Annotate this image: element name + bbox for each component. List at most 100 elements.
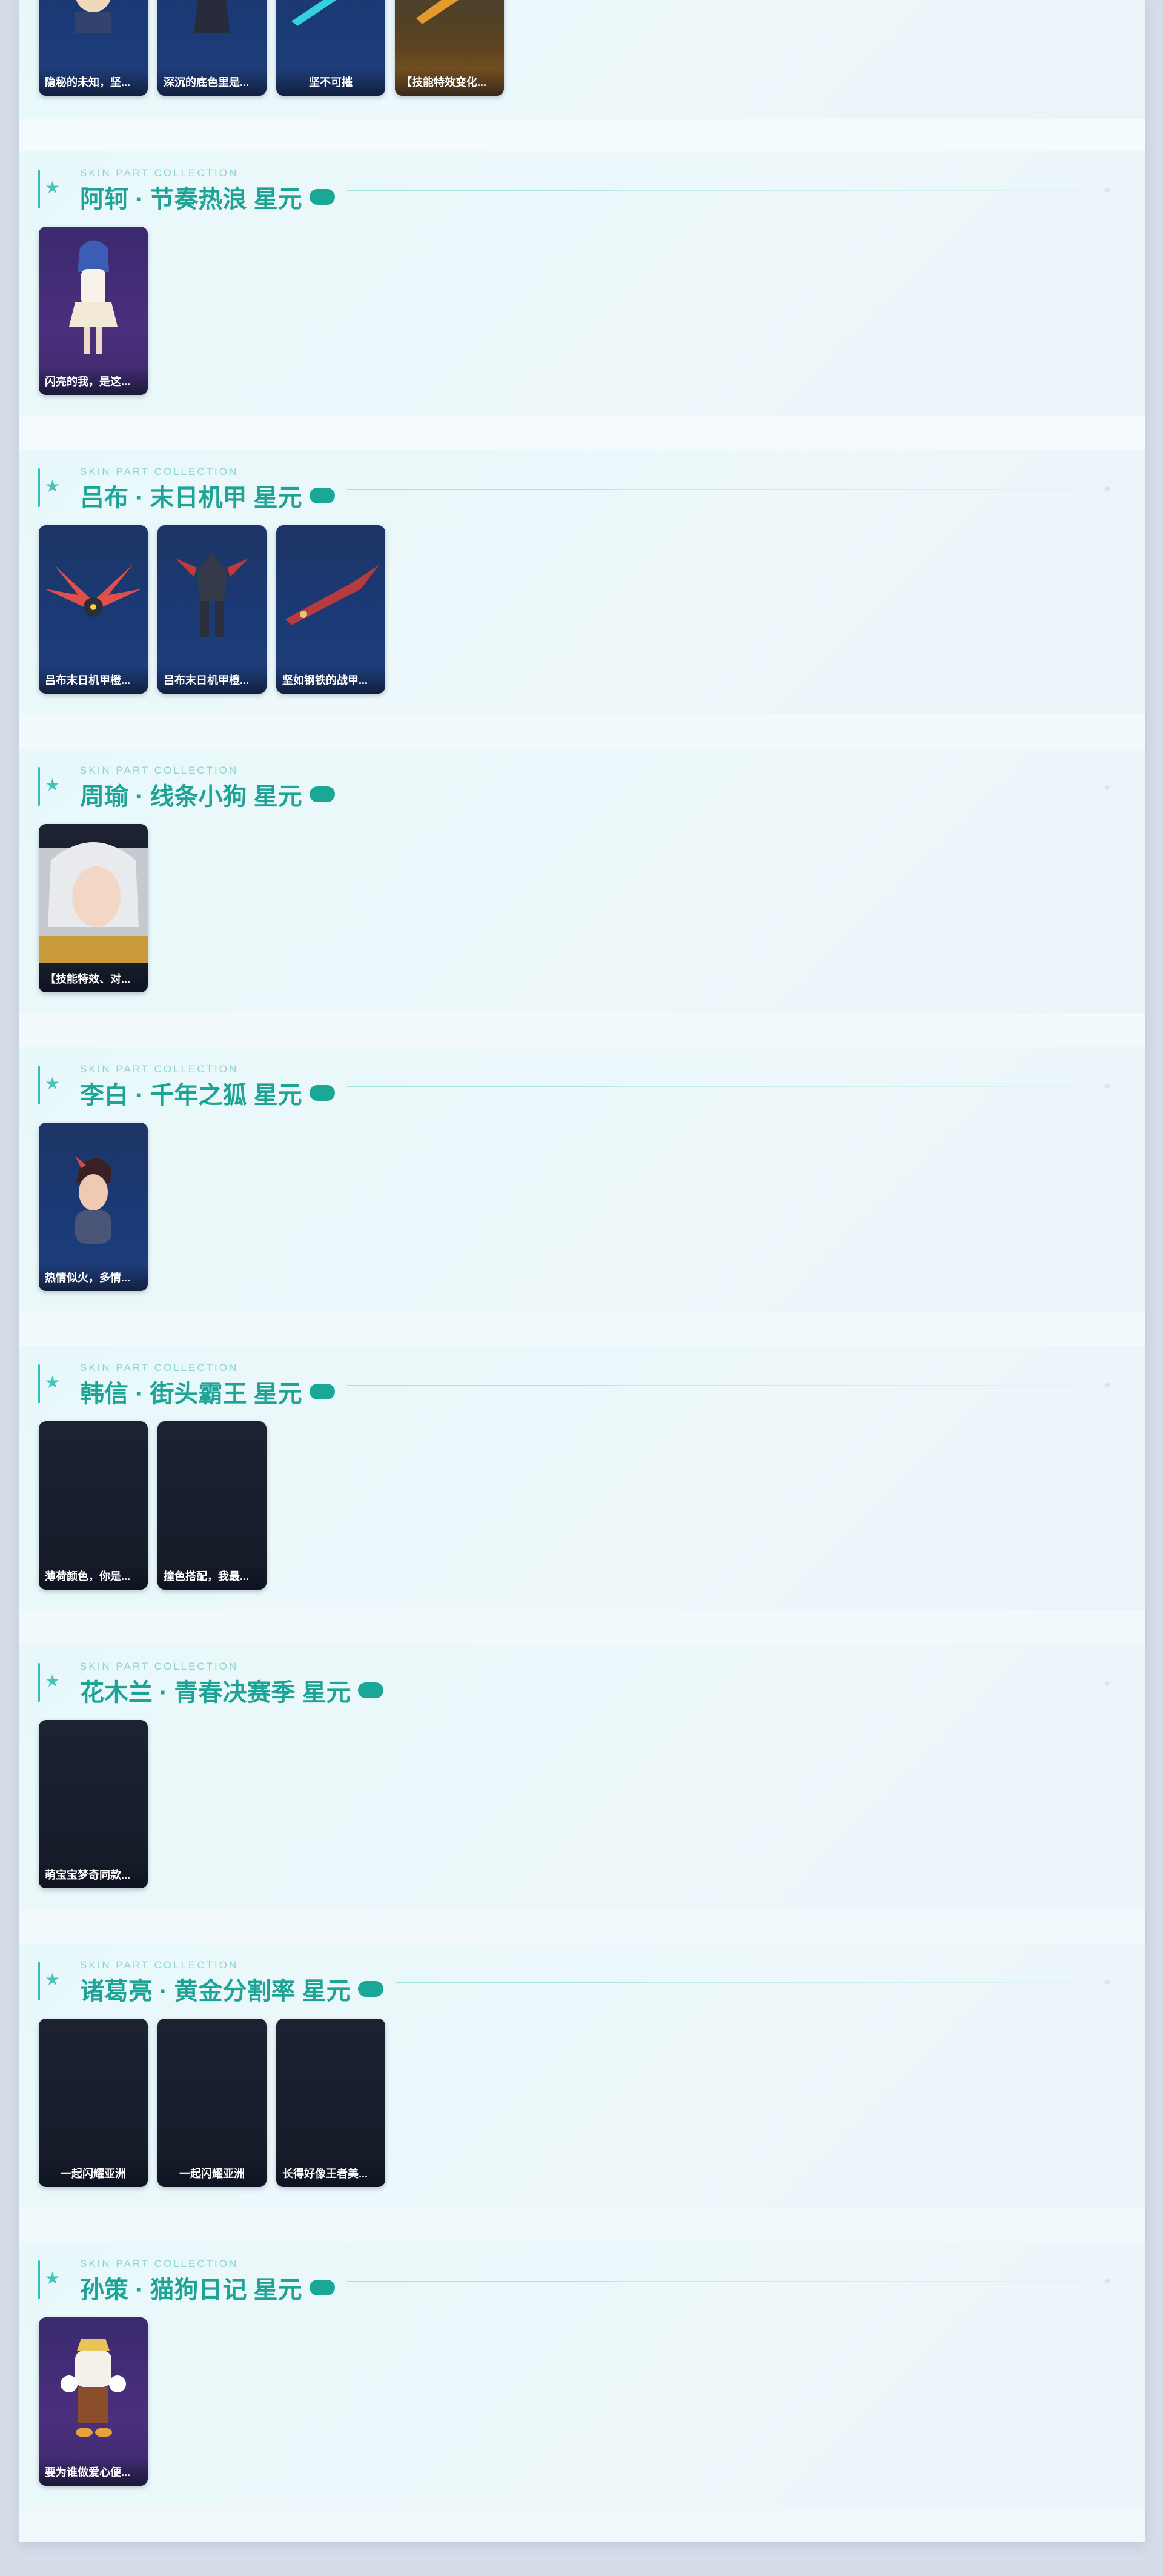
- header-divider: [346, 2281, 1104, 2282]
- collection-section: ★ SKIN PART COLLECTION 诸葛亮 · 黄金分割率 星元 一起闪耀亚…: [19, 1944, 1145, 2208]
- card-thumbnail: [39, 525, 148, 665]
- skin-part-card[interactable]: 坚不可摧: [276, 0, 385, 96]
- skin-part-card[interactable]: 坚如钢铁的战甲...: [276, 525, 385, 694]
- section-subtitle: SKIN PART COLLECTION: [80, 1661, 239, 1672]
- skin-part-card[interactable]: 撞色搭配，我最...: [157, 1421, 267, 1590]
- star-icon: ★: [45, 477, 61, 496]
- section-subtitle: SKIN PART COLLECTION: [80, 2258, 239, 2269]
- section-subtitle: SKIN PART COLLECTION: [80, 466, 239, 477]
- header-dot: [1105, 2279, 1110, 2283]
- collection-section: ★ SKIN PART COLLECTION 韩信 · 街头霸王 星元薄荷颜色，你是…: [19, 1346, 1145, 1610]
- header-dot: [1105, 1681, 1110, 1686]
- count-badge: [357, 1981, 383, 1997]
- header-accent-bar: [38, 2260, 40, 2299]
- section-header: ★ SKIN PART COLLECTION 吕布 · 末日机甲 星元: [38, 466, 1128, 511]
- section-title-text: 诸葛亮 · 黄金分割率 星元: [80, 1978, 351, 2005]
- header-divider: [346, 489, 1104, 490]
- skin-part-card[interactable]: 闪亮的我，是这...: [39, 227, 148, 395]
- card-thumbnail: [157, 0, 267, 67]
- card-label: 撞色搭配，我最...: [157, 1562, 267, 1590]
- header-accent-bar: [38, 1066, 40, 1104]
- skin-part-card[interactable]: 深沉的底色里是...: [157, 0, 267, 96]
- skin-part-card[interactable]: 吕布末日机甲橙...: [39, 525, 148, 694]
- skin-part-card[interactable]: 热情似火，多情...: [39, 1123, 148, 1291]
- skin-part-card[interactable]: 长得好像王者美...: [276, 2019, 385, 2187]
- section-title: 吕布 · 末日机甲 星元: [80, 478, 335, 513]
- skin-part-card[interactable]: 隐秘的未知，坚...: [39, 0, 148, 96]
- card-label: 【技能特效、对...: [39, 964, 148, 992]
- section-title: 李白 · 千年之狐 星元: [80, 1075, 335, 1110]
- card-row: 吕布末日机甲橙... 吕布末日机甲橙... 坚如钢铁的战甲...: [39, 525, 385, 694]
- card-row: 薄荷颜色，你是... 撞色搭配，我最...: [39, 1421, 267, 1590]
- card-label: 闪亮的我，是这...: [39, 367, 148, 395]
- card-thumbnail: [395, 0, 504, 67]
- collection-section: ★ SKIN PART COLLECTION 吕布 · 末日机甲 星元吕布末日机甲橙…: [19, 450, 1145, 714]
- section-header: ★ SKIN PART COLLECTION 李白 · 千年之狐 星元: [38, 1063, 1128, 1109]
- card-row: 要为谁做爱心便...: [39, 2317, 148, 2486]
- section-title: 韩信 · 街头霸王 星元: [80, 1374, 335, 1409]
- header-dot: [1105, 486, 1110, 491]
- skin-part-card[interactable]: 【技能特效变化...: [395, 0, 504, 96]
- header-divider: [395, 1982, 1104, 1983]
- header-accent-bar: [38, 767, 40, 806]
- card-row: 一起闪耀亚洲 一起闪耀亚洲 长得好像王者美...: [39, 2019, 385, 2187]
- skin-part-card[interactable]: 萌宝宝梦奇同款...: [39, 1720, 148, 1888]
- skin-part-card[interactable]: 薄荷颜色，你是...: [39, 1421, 148, 1590]
- card-thumbnail: [276, 2019, 385, 2158]
- card-thumbnail: [157, 1421, 267, 1561]
- card-label: 深沉的底色里是...: [157, 68, 267, 96]
- section-title-text: 周瑜 · 线条小狗 星元: [80, 783, 302, 810]
- header-dot: [1105, 1980, 1110, 1985]
- section-title: 诸葛亮 · 黄金分割率 星元: [80, 1971, 383, 2007]
- skin-part-card[interactable]: 【技能特效、对...: [39, 824, 148, 992]
- skin-part-card[interactable]: 要为谁做爱心便...: [39, 2317, 148, 2486]
- section-header: ★ SKIN PART COLLECTION 花木兰 · 青春决赛季 星元: [38, 1661, 1128, 1706]
- star-icon: ★: [45, 1074, 61, 1093]
- star-icon: ★: [45, 775, 61, 794]
- section-title: 阿轲 · 节奏热浪 星元: [80, 179, 335, 214]
- skin-part-card[interactable]: 吕布末日机甲橙...: [157, 525, 267, 694]
- count-badge: [309, 1085, 335, 1101]
- card-label: 要为谁做爱心便...: [39, 2458, 148, 2486]
- star-icon: ★: [45, 1373, 61, 1392]
- section-subtitle: SKIN PART COLLECTION: [80, 1959, 239, 1971]
- collection-section-top: 隐秘的未知，坚... 深沉的底色里是... 坚不可摧 【技能特效变化...: [19, 0, 1145, 119]
- count-badge: [357, 1682, 383, 1698]
- card-thumbnail: [39, 227, 148, 366]
- section-title-text: 吕布 · 末日机甲 星元: [80, 485, 302, 511]
- card-thumbnail: [157, 525, 267, 665]
- card-thumbnail: [276, 0, 385, 67]
- card-thumbnail: [39, 1123, 148, 1262]
- section-subtitle: SKIN PART COLLECTION: [80, 1362, 239, 1373]
- card-row: 热情似火，多情...: [39, 1123, 148, 1291]
- card-row: 闪亮的我，是这...: [39, 227, 148, 395]
- section-title: 周瑜 · 线条小狗 星元: [80, 777, 335, 812]
- card-thumbnail: [39, 1720, 148, 1859]
- skin-part-card[interactable]: 一起闪耀亚洲: [39, 2019, 148, 2187]
- card-label: 吕布末日机甲橙...: [157, 666, 267, 694]
- card-label: 隐秘的未知，坚...: [39, 68, 148, 96]
- card-label: 一起闪耀亚洲: [157, 2159, 267, 2187]
- collection-section: ★ SKIN PART COLLECTION 周瑜 · 线条小狗 星元 【技能特效、对…: [19, 749, 1145, 1013]
- card-thumbnail: [157, 2019, 267, 2158]
- section-header: ★ SKIN PART COLLECTION 阿轲 · 节奏热浪 星元: [38, 167, 1128, 213]
- skin-part-card[interactable]: 一起闪耀亚洲: [157, 2019, 267, 2187]
- card-row: 萌宝宝梦奇同款...: [39, 1720, 148, 1888]
- header-accent-bar: [38, 468, 40, 507]
- section-subtitle: SKIN PART COLLECTION: [80, 167, 239, 179]
- card-thumbnail: [39, 2019, 148, 2158]
- card-thumbnail: [39, 1421, 148, 1561]
- count-badge: [309, 786, 335, 802]
- card-label: 长得好像王者美...: [276, 2159, 385, 2187]
- count-badge: [309, 189, 335, 205]
- card-thumbnail: [39, 2317, 148, 2457]
- card-row: 【技能特效、对...: [39, 824, 148, 992]
- section-title-text: 孙策 · 猫狗日记 星元: [80, 2277, 302, 2303]
- card-label: 【技能特效变化...: [395, 68, 504, 96]
- header-accent-bar: [38, 1364, 40, 1403]
- section-title: 孙策 · 猫狗日记 星元: [80, 2270, 335, 2305]
- section-header: ★ SKIN PART COLLECTION 孙策 · 猫狗日记 星元: [38, 2258, 1128, 2303]
- card-label: 吕布末日机甲橙...: [39, 666, 148, 694]
- collection-section: ★ SKIN PART COLLECTION 阿轲 · 节奏热浪 星元闪亮的我，是这…: [19, 151, 1145, 416]
- collection-section: ★ SKIN PART COLLECTION 孙策 · 猫狗日记 星元 要为谁做爱心便…: [19, 2242, 1145, 2506]
